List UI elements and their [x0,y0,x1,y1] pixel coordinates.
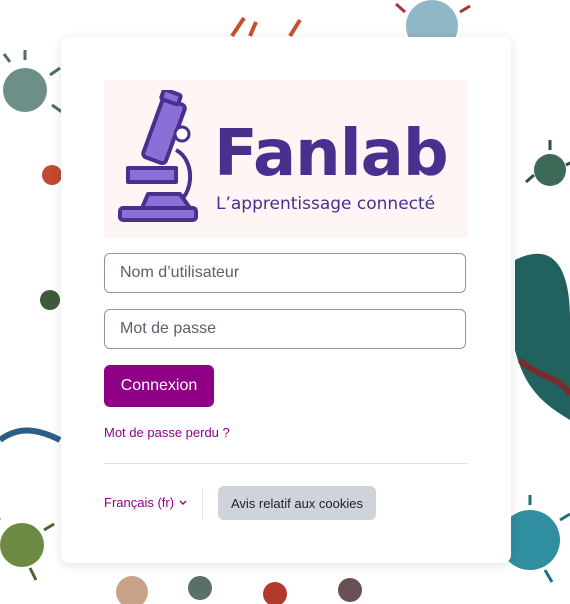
brand-name: Fanlab [214,117,449,191]
virus-icon [40,165,62,310]
microscope-icon [118,90,198,222]
brand-tagline: L’apprentissage connecté [216,194,436,214]
login-card: Fanlab L’apprentissage connecté Connexio… [61,37,511,563]
language-selector[interactable]: Français (fr) [104,495,188,510]
branch-icon [230,16,302,38]
logo: Fanlab L’apprentissage connecté [104,80,468,238]
username-input[interactable] [104,253,466,293]
cookies-notice-button[interactable]: Avis relatif aux cookies [218,486,376,520]
chevron-down-icon [179,500,187,505]
forgot-password-link[interactable]: Mot de passe perdu ? [104,425,230,440]
worm-icon [0,427,62,443]
virus-icon [116,576,362,604]
login-button[interactable]: Connexion [104,365,214,407]
virus-icon [0,518,55,581]
branch-icon [515,253,570,420]
divider [104,463,468,464]
language-label: Français (fr) [104,495,175,510]
virus-icon [0,50,63,114]
footer-separator [202,489,203,519]
password-input[interactable] [104,309,466,349]
virus-icon [525,140,570,186]
